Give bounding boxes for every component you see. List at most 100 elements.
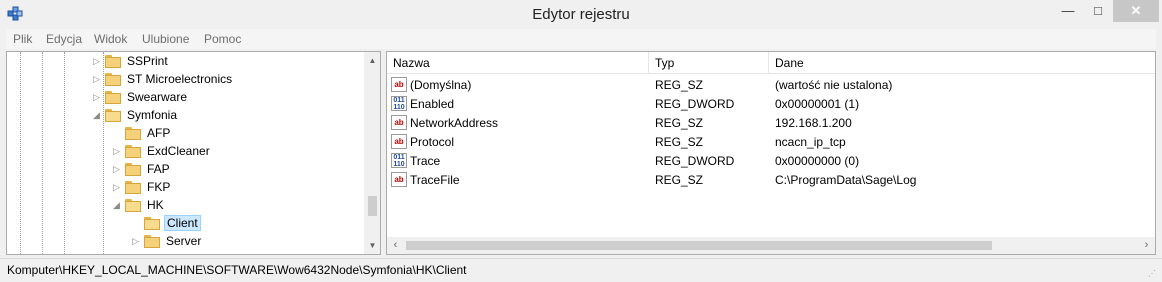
expand-arrow-icon[interactable]: ▷ [93, 74, 103, 85]
tree-item-server[interactable]: ▷ Server [132, 233, 363, 251]
value-type: REG_DWORD [655, 97, 735, 111]
tree-item-label: Server [166, 234, 202, 248]
scroll-up-icon[interactable]: ▲ [364, 52, 380, 69]
tree-guide-line [20, 52, 21, 254]
tree-guide-line [64, 52, 65, 254]
tree-item-afp[interactable]: AFP [113, 125, 363, 143]
value-name: TraceFile [410, 173, 460, 187]
value-row[interactable]: ab TraceFile REG_SZ C:\ProgramData\Sage\… [387, 171, 1147, 190]
binary-value-icon: 011 110 [391, 96, 407, 111]
tree-item-label: HK [147, 198, 164, 212]
collapse-arrow-icon[interactable]: ◢ [113, 200, 123, 211]
menu-plik[interactable]: Plik [13, 32, 32, 46]
value-type: REG_SZ [655, 116, 704, 130]
tree-item-symfonia[interactable]: ◢ Symfonia [93, 107, 363, 125]
title-bar: Edytor rejestru — □ ✕ [0, 0, 1162, 30]
string-value-icon: ab [391, 134, 407, 149]
tree-item-label: ExdCleaner [147, 144, 210, 158]
folder-icon [125, 145, 141, 158]
folder-icon [105, 55, 121, 68]
binary-value-icon: 011 110 [391, 153, 407, 168]
string-value-icon: ab [391, 115, 407, 130]
folder-icon [125, 127, 141, 140]
folder-icon [144, 235, 160, 248]
scroll-down-icon[interactable]: ▼ [364, 237, 380, 254]
close-button[interactable]: ✕ [1113, 0, 1159, 22]
scroll-left-icon[interactable]: ‹ [387, 237, 404, 254]
string-value-icon: ab [391, 77, 407, 92]
tree-item-label: ST Microelectronics [127, 72, 233, 86]
value-type: REG_DWORD [655, 154, 735, 168]
tree-item-client[interactable]: Client [132, 215, 363, 233]
expand-arrow-icon[interactable]: ▷ [93, 56, 103, 67]
tree-item-fap[interactable]: ▷ FAP [113, 161, 363, 179]
tree-item-label: Swearware [127, 90, 188, 104]
folder-icon [105, 73, 121, 86]
tree-item-fkp[interactable]: ▷ FKP [113, 179, 363, 197]
folder-open-icon [105, 109, 121, 122]
value-type: REG_SZ [655, 173, 704, 187]
value-name: Trace [410, 154, 441, 168]
scroll-right-icon[interactable]: › [1138, 237, 1155, 254]
scroll-thumb[interactable] [368, 196, 377, 216]
collapse-arrow-icon[interactable]: ◢ [93, 110, 103, 121]
menu-pomoc[interactable]: Pomoc [204, 32, 241, 46]
tree-vertical-scrollbar[interactable]: ▲ ▼ [364, 52, 380, 254]
menu-ulubione[interactable]: Ulubione [142, 32, 189, 46]
tree-item-label: SSPrint [127, 54, 168, 68]
tree-item-label: FAP [147, 162, 170, 176]
values-list[interactable]: Nazwa Typ Dane ab (Domyślna) REG_SZ (war… [386, 51, 1156, 255]
tree-item-label: AFP [147, 126, 171, 140]
value-row[interactable]: ab (Domyślna) REG_SZ (wartość nie ustalo… [387, 76, 1147, 95]
tree-item-ssprint[interactable]: ▷ SSPrint [93, 53, 363, 71]
list-horizontal-scrollbar[interactable]: ‹ › [387, 237, 1155, 254]
tree-item-label-selected: Client [164, 215, 201, 231]
column-header-name[interactable]: Nazwa [387, 52, 649, 74]
value-data: C:\ProgramData\Sage\Log [775, 173, 917, 187]
menu-bar: Plik Edycja Widok Ulubione Pomoc [6, 29, 1156, 49]
minimize-button[interactable]: — [1053, 0, 1083, 22]
expand-arrow-icon[interactable]: ▷ [113, 146, 123, 157]
window-title: Edytor rejestru [532, 6, 630, 23]
value-data: ncacn_ip_tcp [775, 135, 846, 149]
value-name: Protocol [410, 135, 455, 149]
folder-icon [105, 91, 121, 104]
folder-open-icon [144, 217, 160, 230]
menu-edycja[interactable]: Edycja [46, 32, 82, 46]
folder-icon [125, 181, 141, 194]
value-name: NetworkAddress [410, 116, 499, 130]
scroll-thumb[interactable] [406, 241, 992, 250]
column-header-type[interactable]: Typ [649, 52, 769, 74]
expand-arrow-icon[interactable]: ▷ [93, 92, 103, 103]
tree-item-label: FKP [147, 180, 171, 194]
value-data: (wartość nie ustalona) [775, 78, 893, 92]
tree-item-swearware[interactable]: ▷ Swearware [93, 89, 363, 107]
menu-widok[interactable]: Widok [94, 32, 127, 46]
string-value-icon: ab [391, 172, 407, 187]
registry-path: Komputer\HKEY_LOCAL_MACHINE\SOFTWARE\Wow… [7, 263, 467, 277]
value-type: REG_SZ [655, 135, 704, 149]
value-row[interactable]: ab Protocol REG_SZ ncacn_ip_tcp [387, 133, 1147, 152]
tree-item-hk[interactable]: ◢ HK [113, 197, 363, 215]
folder-open-icon [125, 199, 141, 212]
tree-item-exdcleaner[interactable]: ▷ ExdCleaner [113, 143, 363, 161]
tree-item-label: Symfonia [127, 108, 178, 122]
folder-icon [125, 163, 141, 176]
maximize-button[interactable]: □ [1083, 0, 1113, 22]
value-row[interactable]: ab NetworkAddress REG_SZ 192.168.1.200 [387, 114, 1147, 133]
value-data: 0x00000001 (1) [775, 97, 860, 111]
resize-grip-icon[interactable]: ⋰ [1148, 269, 1158, 279]
tree-item-st-microelectronics[interactable]: ▷ ST Microelectronics [93, 71, 363, 89]
expand-arrow-icon[interactable]: ▷ [132, 236, 142, 247]
value-name: Enabled [410, 97, 455, 111]
value-row[interactable]: 011 110 Enabled REG_DWORD 0x00000001 (1) [387, 95, 1147, 114]
value-name: (Domyślna) [410, 78, 472, 92]
tree-guide-line [42, 52, 43, 254]
column-header-data[interactable]: Dane [769, 52, 1155, 74]
value-type: REG_SZ [655, 78, 704, 92]
expand-arrow-icon[interactable]: ▷ [113, 182, 123, 193]
registry-tree[interactable]: ▷ SSPrint ▷ ST Microelectronics ▷ Swearw… [6, 51, 381, 255]
expand-arrow-icon[interactable]: ▷ [113, 164, 123, 175]
status-bar: Komputer\HKEY_LOCAL_MACHINE\SOFTWARE\Wow… [0, 258, 1162, 282]
value-row[interactable]: 011 110 Trace REG_DWORD 0x00000000 (0) [387, 152, 1147, 171]
